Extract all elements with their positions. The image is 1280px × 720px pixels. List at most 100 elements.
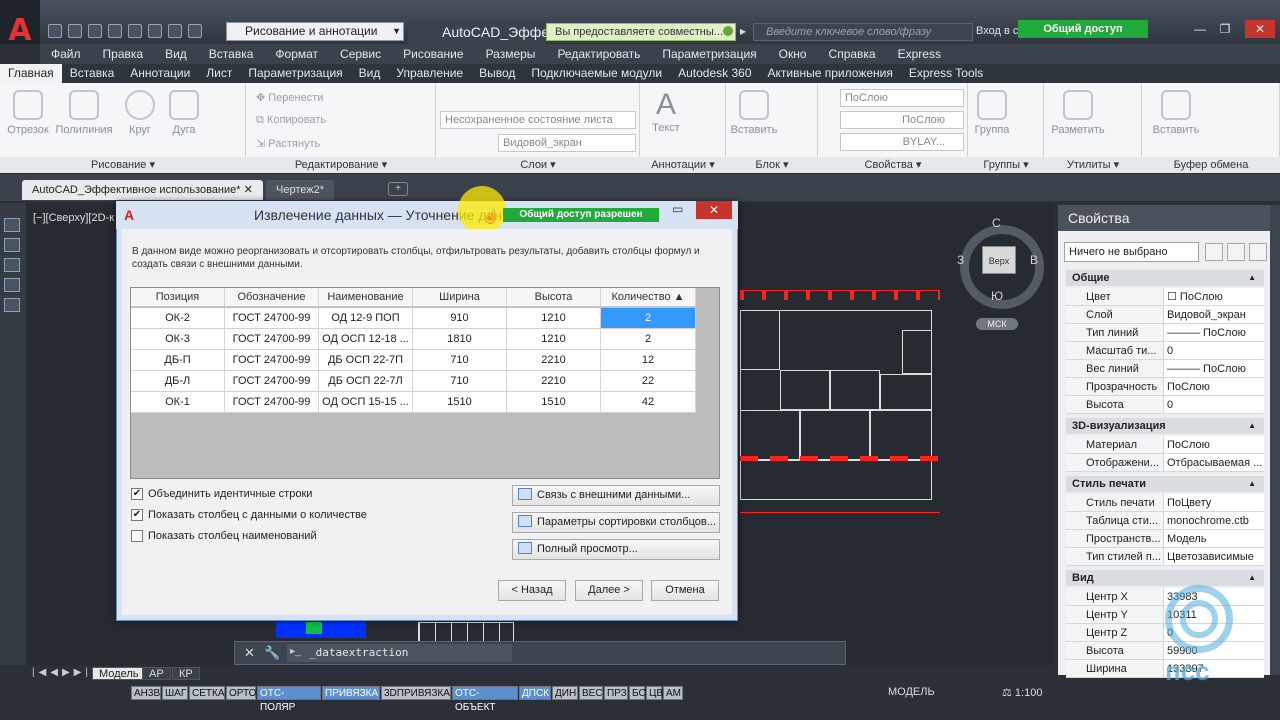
table-cell[interactable]: 710 (413, 350, 507, 370)
table-cell[interactable]: 910 (413, 308, 507, 328)
tab-express-tools[interactable]: Express Tools (901, 64, 991, 83)
viewcube-top[interactable]: Верх (982, 246, 1016, 274)
color-select[interactable]: ПоСлою (840, 89, 964, 107)
layout-nav-icons[interactable]: |◀◀▶▶| (32, 667, 92, 678)
cloud-icon[interactable] (128, 24, 142, 38)
tool-icon[interactable] (4, 218, 20, 232)
menu-parametric[interactable]: Параметризация (651, 44, 767, 64)
layer-state-select[interactable]: Несохраненное состояние листа (440, 111, 636, 129)
checkbox-box[interactable]: ✔ (131, 488, 143, 500)
copy-button[interactable]: ⧉ Копировать (256, 114, 326, 127)
full-preview-button[interactable]: Полный просмотр... (512, 539, 720, 560)
table-cell[interactable]: ОК-2 (131, 308, 225, 328)
menu-dimension[interactable]: Размеры (475, 44, 547, 64)
polyline-button[interactable]: Полилиния (54, 90, 114, 136)
property-section-header[interactable]: Стиль печати (1066, 476, 1264, 492)
layer-select[interactable]: Видовой_экран (498, 134, 636, 152)
print-icon[interactable] (148, 24, 162, 38)
property-value[interactable]: monochrome.ctb (1164, 512, 1264, 529)
line-button[interactable]: Отрезок (6, 90, 50, 136)
tab-home[interactable]: Главная (0, 64, 62, 83)
table-row[interactable]: ДБ-П ГОСТ 24700-99 ДБ ОСП 22-7П 710 2210 12 (131, 350, 696, 371)
table-cell[interactable]: 710 (413, 371, 507, 391)
status-toggle[interactable]: ПРЗ (604, 686, 628, 700)
table-cell[interactable]: ГОСТ 24700-99 (225, 329, 319, 349)
status-toggle[interactable]: ОРТО (226, 686, 256, 700)
status-toggle[interactable]: АМ (663, 686, 683, 700)
arc-button[interactable]: Дуга (164, 90, 204, 136)
property-row[interactable]: Вес линий ——— ПоСлою (1066, 360, 1264, 378)
move-button[interactable]: ✥ Перенести (256, 91, 323, 104)
tab-manage[interactable]: Управление (388, 64, 471, 83)
menu-file[interactable]: Файл (40, 44, 92, 64)
status-toggle[interactable]: БС (629, 686, 646, 700)
property-value[interactable]: ПоСлою (1164, 436, 1264, 453)
layers-panel-title[interactable]: Слои ▾ (436, 157, 640, 173)
property-value[interactable]: Цветозависимые (1164, 548, 1264, 565)
select-objects-icon[interactable] (1227, 243, 1245, 261)
text-button[interactable]: A Текст (646, 88, 686, 134)
tool-icon[interactable] (4, 278, 20, 292)
tool-icon[interactable] (4, 298, 20, 312)
status-toggle[interactable]: ОТС-ПОЛЯР (257, 686, 321, 713)
compass-west[interactable]: З (957, 253, 964, 267)
paste-button[interactable]: Вставить (1150, 90, 1202, 136)
table-cell[interactable]: 1510 (507, 392, 601, 412)
property-row[interactable]: Цвет ☐ ПоСлою (1066, 288, 1264, 306)
selection-select[interactable]: Ничего не выбрано (1064, 242, 1199, 262)
table-cell[interactable]: 2 (601, 329, 696, 349)
property-value[interactable]: ☐ ПоСлою (1164, 288, 1264, 305)
tab-parametric[interactable]: Параметризация (240, 64, 350, 83)
menu-express[interactable]: Express (887, 44, 952, 64)
option-checkbox[interactable]: Показать столбец наименований (131, 530, 317, 542)
cancel-button[interactable]: Отмена (651, 580, 719, 601)
annotation-scale[interactable]: ⚖ 1:100 (1002, 686, 1042, 699)
column-header[interactable]: Позиция (131, 288, 225, 306)
workspace-select[interactable]: Рисование и аннотации (226, 22, 404, 41)
viewport-controls[interactable]: [−][Сверху][2D-к (33, 212, 114, 224)
property-section-header[interactable]: 3D-визуализация (1066, 418, 1264, 434)
table-cell[interactable]: 2 (601, 308, 696, 328)
insert-block-button[interactable]: Вставить (730, 90, 778, 136)
tab-plugins[interactable]: Подключаемые модули (523, 64, 670, 83)
column-header[interactable]: Количество ▲ (601, 288, 696, 306)
property-row[interactable]: Тип линий ——— ПоСлою (1066, 324, 1264, 342)
menu-edit[interactable]: Правка (92, 44, 155, 64)
search-input[interactable]: Введите ключевое слово/фразу (753, 23, 973, 41)
table-cell[interactable]: ГОСТ 24700-99 (225, 392, 319, 412)
status-toggle[interactable]: АН3В (131, 686, 161, 700)
tab-insert[interactable]: Вставка (62, 64, 123, 83)
status-toggle[interactable]: ВЕС (579, 686, 603, 700)
dialog-close-button[interactable]: ✕ (696, 201, 732, 219)
saveas-icon[interactable] (108, 24, 122, 38)
status-toggle[interactable]: СЕТКА (189, 686, 225, 700)
menu-help[interactable]: Справка (818, 44, 887, 64)
table-cell[interactable]: ОК-1 (131, 392, 225, 412)
draw-panel-title[interactable]: Рисование ▾ (0, 157, 246, 173)
next-button[interactable]: Далее > (575, 580, 643, 601)
compass-south[interactable]: Ю (991, 289, 1003, 303)
annotations-panel-title[interactable]: Аннотации ▾ (640, 157, 726, 173)
column-header[interactable]: Высота (507, 288, 601, 306)
tab-view[interactable]: Вид (351, 64, 389, 83)
status-toggle[interactable]: ОТС-ОБЪЕКТ (452, 686, 518, 713)
clipboard-panel-title[interactable]: Буфер обмена (1142, 157, 1280, 173)
table-row[interactable]: ДБ-Л ГОСТ 24700-99 ДБ ОСП 22-7Л 710 2210 22 (131, 371, 696, 392)
tab-apps[interactable]: Активные приложения (760, 64, 901, 83)
close-icon[interactable]: ✕ (244, 645, 255, 661)
table-row[interactable]: ОК-3 ГОСТ 24700-99 ОД ОСП 12-18 ... 1810 121… (131, 329, 696, 350)
maximize-icon[interactable]: ▭ (672, 202, 686, 216)
circle-button[interactable]: Круг (120, 90, 160, 136)
close-icon[interactable]: ✕ (1245, 20, 1275, 38)
menu-tools[interactable]: Сервис (329, 44, 392, 64)
chevron-right-icon[interactable]: ▸ (740, 24, 746, 38)
table-row[interactable]: ОК-2 ГОСТ 24700-99 ОД 12-9 ПОП 910 1210 2 (131, 308, 696, 329)
property-value[interactable]: ——— ПоСлою (1164, 360, 1264, 377)
table-cell[interactable]: ДБ ОСП 22-7Л (319, 371, 413, 391)
table-cell[interactable]: ДБ ОСП 22-7П (319, 350, 413, 370)
property-value[interactable]: Модель (1164, 530, 1264, 547)
share-message-close-icon[interactable] (723, 26, 733, 36)
open-icon[interactable] (68, 24, 82, 38)
status-toggle[interactable]: ЦВ (646, 686, 663, 700)
toggle-pickadd-icon[interactable] (1205, 243, 1223, 261)
